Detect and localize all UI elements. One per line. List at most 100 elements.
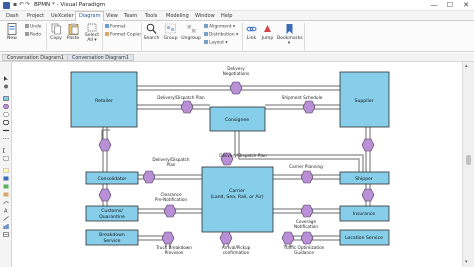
tab-project[interactable]: Project [24,12,47,21]
arrival-pickup-label-2: confirmation [223,250,250,255]
table-tool-icon[interactable] [3,232,9,237]
tab-team[interactable]: Team [121,12,140,21]
distribution-dropdown[interactable]: Distribution ▾ [204,32,238,38]
shipment-schedule-label: Shipment Schedule [282,95,323,100]
format-icon [105,24,109,28]
alignment-dropdown[interactable]: Alignment ▾ [204,24,235,30]
scroll-up-icon[interactable]: ▴ [465,63,468,69]
conversation-dispatch-mid[interactable] [142,170,156,184]
diagram-palette: A [0,62,12,267]
redo-icon [25,32,29,36]
copy-button[interactable]: Copy [49,23,63,41]
link-retailer-consignee [137,104,210,110]
layout-icon [204,40,208,44]
layout-dropdown[interactable]: Layout ▾ [204,40,228,46]
bookmarks-more-label: ▾ [287,41,291,46]
menu-tabs: Dash Project UeXceler Diagram View Team … [0,11,474,21]
dispatch-right-label: Delivery/Dispatch Plan [219,153,267,158]
tab-window[interactable]: Window [192,12,218,21]
ribbon-separator [102,23,103,50]
truck-breakdown-label-2: Provision [165,250,184,255]
carrier-label-2: (Land, Sea, Rail, or Air) [210,194,263,200]
dispatch-mid-label-2: Plan [167,162,176,167]
select-all-button[interactable]: Select All ▾ [84,23,100,43]
copy-label: Copy [50,36,62,41]
paste-button[interactable]: Paste [65,23,81,41]
coverage-label-2: Notification [294,224,318,229]
redo-quick-icon[interactable]: ↷ [25,1,30,8]
undo-quick-icon[interactable]: ↶ [19,1,24,8]
link-button[interactable]: Link [245,23,258,41]
copy-icon [51,23,61,35]
tab-view[interactable]: View [103,12,121,21]
delivery-negotiations-label-2: Negotiations [223,71,250,76]
breadcrumb-item-current[interactable]: Conversation Diagram1 [67,54,134,61]
diagram-canvas[interactable]: Retailer Supplier Consignee Consolidator… [13,62,462,267]
ungroup-icon [187,25,195,33]
group-button[interactable]: Group [162,23,179,41]
tab-tools[interactable]: Tools [142,12,160,21]
tab-help[interactable]: Help [218,12,235,21]
undo-button[interactable]: Undo [25,24,41,30]
select-all-label-2: All ▾ [87,38,97,43]
vertical-scrollbar[interactable]: ▴ ▾ [462,62,474,267]
customs-label-1: Customs/ [101,208,123,214]
alignment-label: Alignment ▾ [209,24,236,30]
conversation-retailer-consolidator[interactable] [98,138,112,152]
conversation-coverage[interactable] [300,204,314,218]
traffic-optimization-label-2: Guidance [294,250,314,255]
maximize-button[interactable]: ☐ [442,0,458,11]
save-icon[interactable]: ▪ [13,1,17,8]
conversation-truck-breakdown[interactable] [161,231,175,245]
scrollbar-thumb[interactable] [466,155,471,165]
search-label: Search [143,36,160,41]
tab-uexceler[interactable]: UeXceler [48,12,77,21]
conversation-shipper-insurance[interactable] [361,188,375,202]
redo-button[interactable]: Redo [25,32,41,38]
ribbon-separator [304,23,305,50]
jump-label: Jump [261,36,274,41]
conversation-consolidator-customs[interactable] [98,188,112,202]
ribbon-separator [141,23,142,50]
tab-modeling[interactable]: Modeling [163,12,192,21]
minimize-button[interactable]: — [426,0,442,11]
jump-button[interactable]: Jump [261,23,274,41]
format-copier-button[interactable]: Format Copier [105,32,141,38]
bookmarks-button[interactable]: Bookmarks ▾ [277,23,303,46]
location-service-label: Location Service [345,235,383,241]
conversation-shipment-schedule[interactable] [302,100,316,114]
breadcrumb-item-diagram[interactable]: Conversation Diagram1 [2,54,69,61]
jump-icon [264,25,271,32]
tab-diagram[interactable]: Diagram [75,11,105,21]
search-button[interactable]: Search [143,23,160,41]
paste-label: Paste [66,36,80,41]
conversation-dispatch-top[interactable] [180,100,194,114]
group-label: Group [163,36,178,41]
ungroup-button[interactable]: Ungroup [181,23,201,41]
conversation-supplier-shipper[interactable] [361,138,375,152]
conversation-arrival-pickup[interactable] [219,231,233,245]
conversation-carrier-planning[interactable] [300,170,314,184]
conversation-clearance[interactable] [163,204,177,218]
format-button[interactable]: Format [105,24,125,30]
link-consignee-supplier [265,104,340,110]
breakdown-label-2: Service [104,238,121,244]
dispatch-top-label: Delivery/Dispatch Plan [157,95,205,100]
scroll-down-icon[interactable]: ▾ [465,259,468,265]
conversation-traffic-optimization[interactable] [281,231,295,245]
tab-dash[interactable]: Dash [3,12,22,21]
new-button[interactable]: New [4,23,20,41]
close-button[interactable]: ✕ [458,0,474,11]
distribution-label: Distribution ▾ [209,32,239,38]
breadcrumb: Conversation Diagram1 Conversation Diagr… [0,53,474,62]
new-label: New [6,36,18,41]
retailer-label: Retailer [95,98,113,104]
conversation-location[interactable] [300,231,314,245]
carrier-planning-label: Carrier Planning [289,164,323,169]
alignment-icon [204,24,208,28]
bookmark-icon [286,24,292,34]
link-icon [246,26,257,32]
ungroup-label: Ungroup [181,36,201,41]
conversation-delivery-negotiations[interactable] [229,81,243,95]
format-copier-icon [105,32,109,36]
